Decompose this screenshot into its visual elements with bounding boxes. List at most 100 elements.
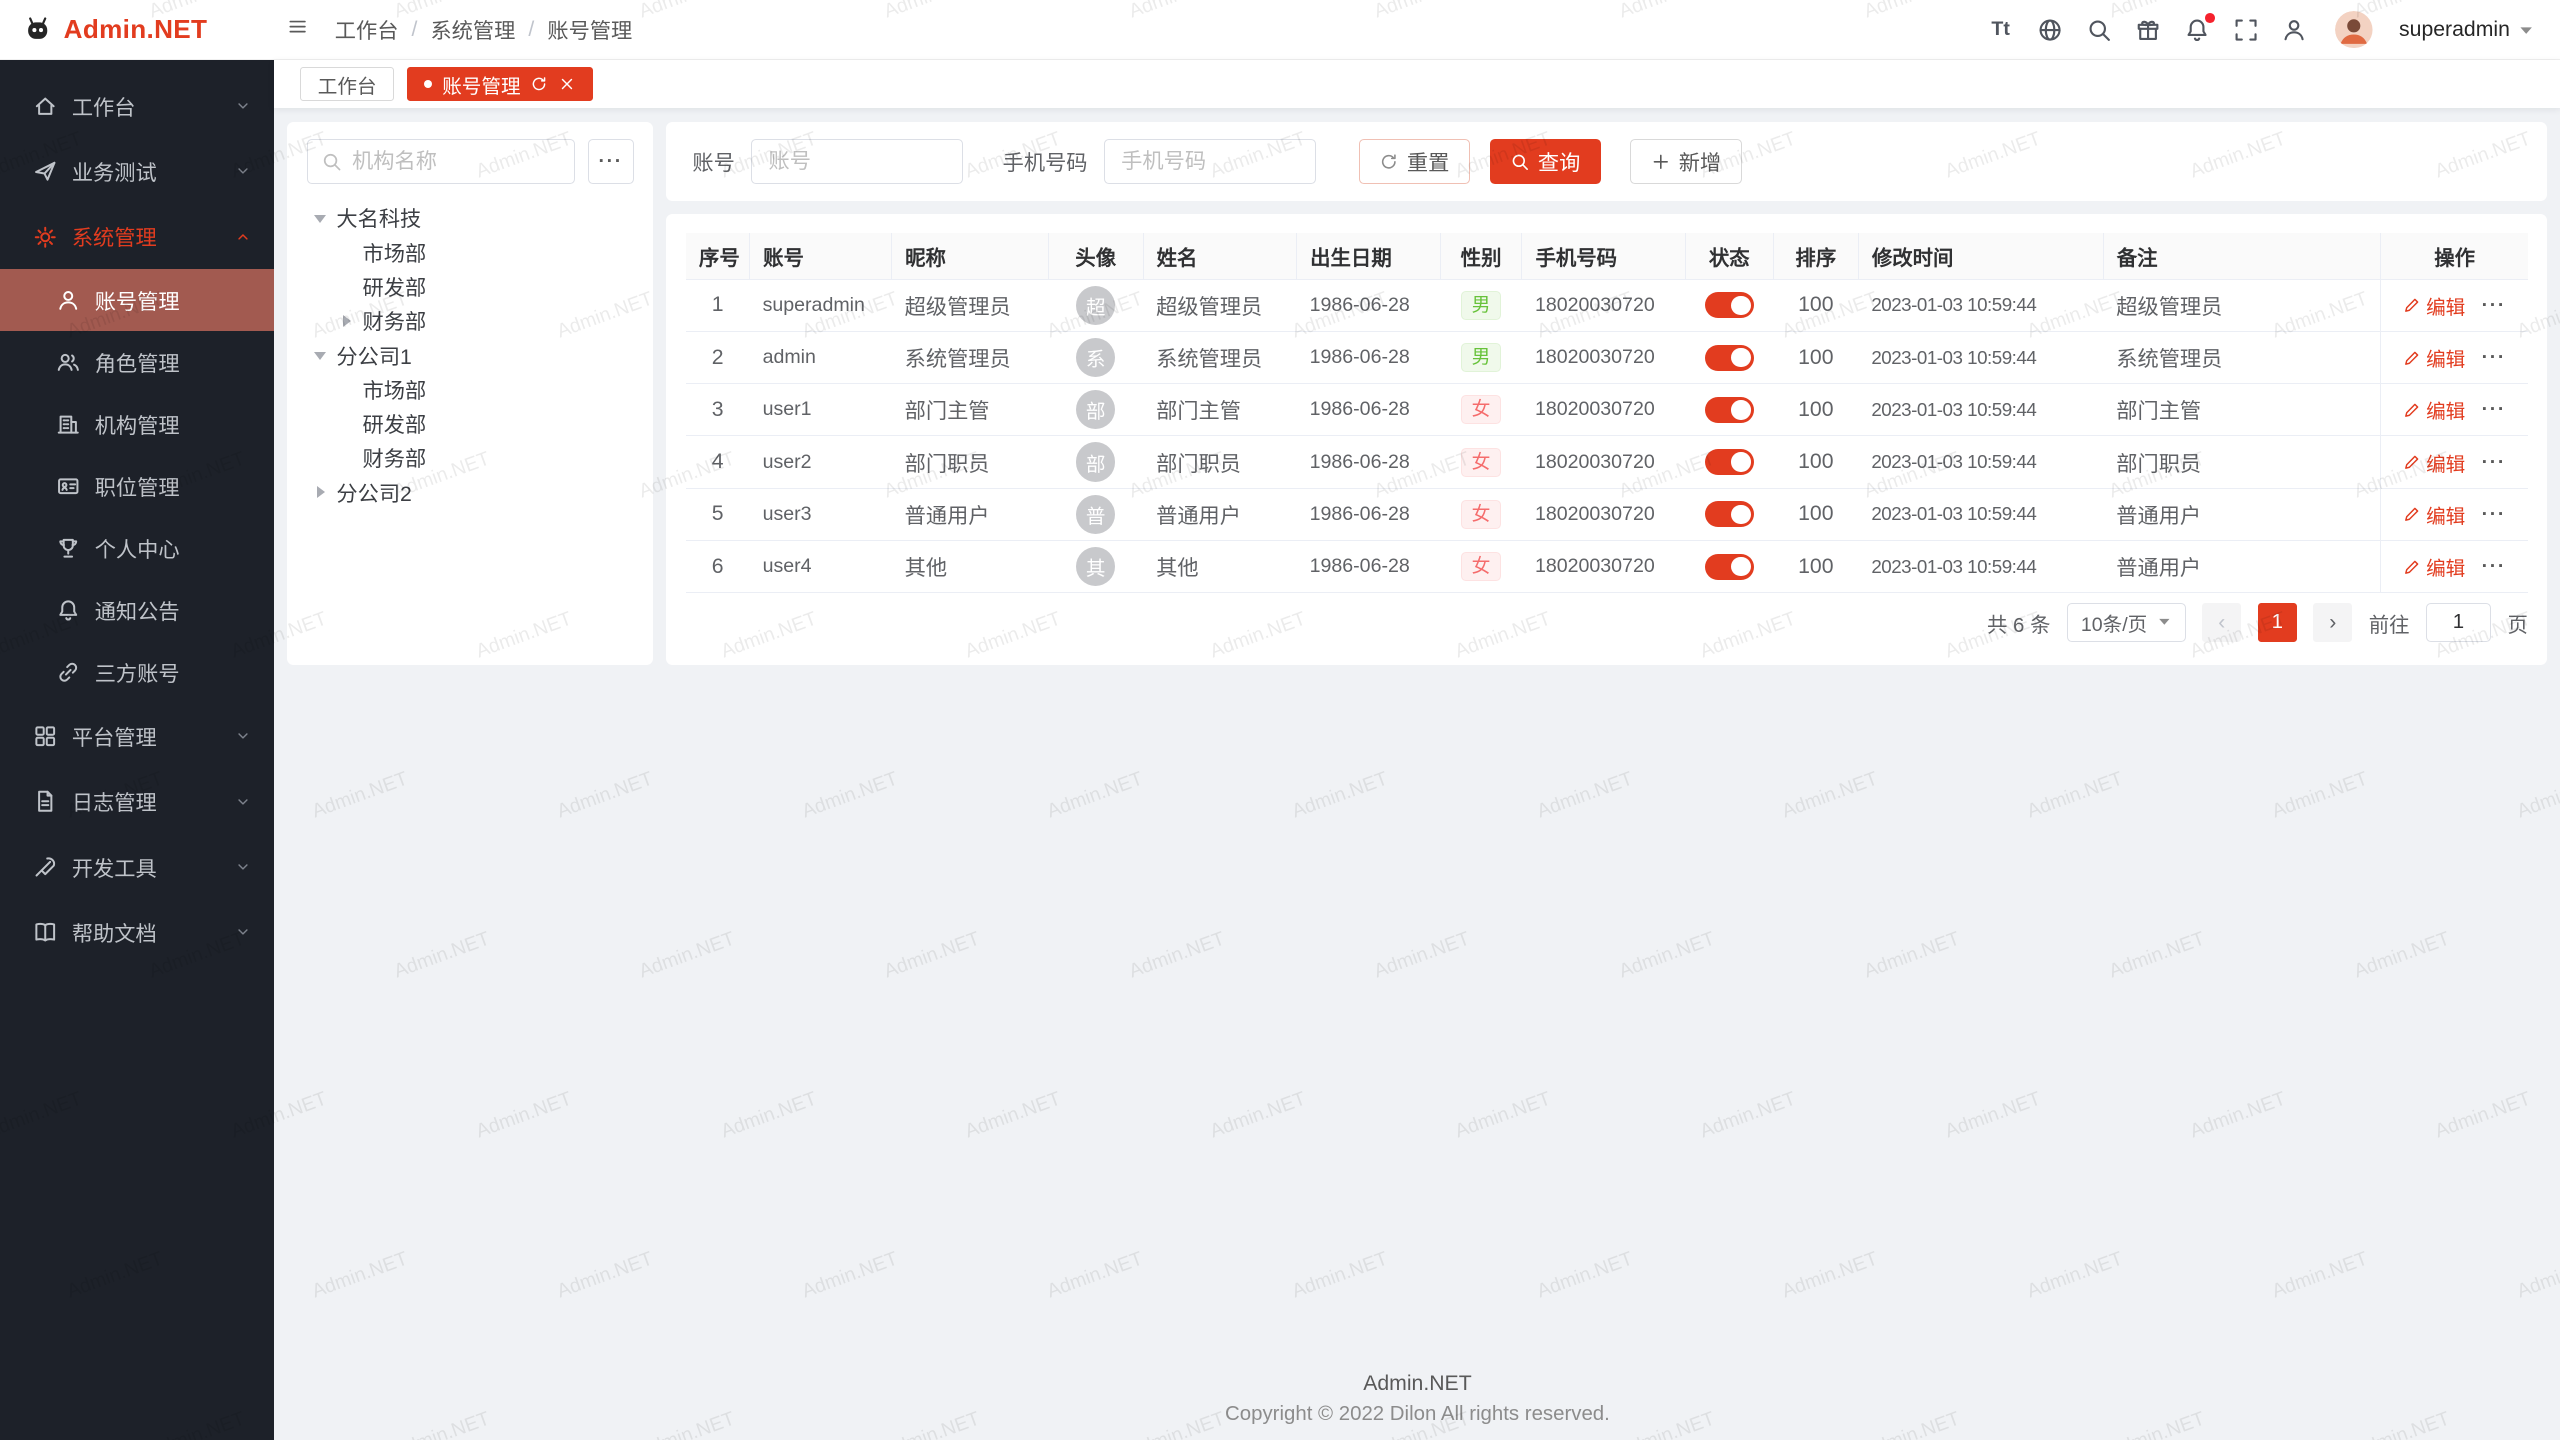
sidebar-item-5[interactable]: 开发工具 [0, 834, 274, 899]
globe-icon[interactable] [2035, 15, 2064, 44]
cell-name: 其他 [1143, 540, 1297, 592]
page-1-button[interactable]: 1 [2258, 603, 2297, 642]
row-more-button[interactable]: ··· [2482, 503, 2506, 525]
status-toggle[interactable] [1705, 554, 1754, 580]
tree-node-2[interactable]: 研发部 [307, 269, 634, 303]
search-button[interactable]: 查询 [1490, 139, 1601, 185]
goto-label: 前往 [2369, 608, 2410, 638]
table-row-1: 2admin系统管理员系系统管理员1986-06-28男180200307201… [686, 331, 2528, 383]
row-more-button[interactable]: ··· [2482, 294, 2506, 316]
card-icon [56, 474, 80, 498]
row-more-button[interactable]: ··· [2482, 398, 2506, 420]
column-header-remark: 备注 [2103, 233, 2381, 279]
tab-workbench[interactable]: 工作台 [300, 67, 393, 101]
sidebar-subitem-2-5[interactable]: 通知公告 [0, 580, 274, 642]
account-input[interactable] [751, 139, 963, 185]
tree-node-5[interactable]: 市场部 [307, 372, 634, 406]
sidebar-item-6[interactable]: 帮助文档 [0, 900, 274, 965]
sidebar: Admin.NET 工作台业务测试系统管理账号管理角色管理机构管理职位管理个人中… [0, 0, 274, 1440]
profile-icon[interactable] [2280, 15, 2309, 44]
hamburger-menu-icon[interactable] [287, 16, 315, 44]
edit-button[interactable]: 编辑 [2403, 500, 2465, 529]
tab-account-management[interactable]: 账号管理 [407, 67, 593, 101]
org-search-box[interactable] [307, 139, 575, 185]
phone-input[interactable] [1104, 139, 1316, 185]
edit-button[interactable]: 编辑 [2403, 448, 2465, 477]
prev-page-button[interactable]: ‹ [2202, 603, 2241, 642]
tree-node-7[interactable]: 财务部 [307, 441, 634, 475]
user-avatar[interactable] [2335, 11, 2373, 49]
org-search-input[interactable] [352, 150, 561, 174]
sidebar-subitem-2-0[interactable]: 账号管理 [0, 269, 274, 331]
tree-node-label: 财务部 [363, 442, 427, 473]
logo[interactable]: Admin.NET [0, 0, 274, 60]
tab-label: 账号管理 [442, 70, 520, 99]
cell-phone: 18020030720 [1522, 384, 1685, 436]
org-more-button[interactable]: ··· [588, 139, 634, 185]
footer: Admin.NET Copyright © 2022 Dilon All rig… [287, 1349, 2547, 1440]
sidebar-subitem-2-4[interactable]: 个人中心 [0, 518, 274, 580]
tree-node-3[interactable]: 财务部 [307, 304, 634, 338]
sidebar-item-1[interactable]: 业务测试 [0, 139, 274, 204]
sidebar-subitem-2-6[interactable]: 三方账号 [0, 642, 274, 704]
cell-update_time: 2023-01-03 10:59:44 [1858, 384, 2103, 436]
sidebar-item-4[interactable]: 日志管理 [0, 769, 274, 834]
column-header-account: 账号 [750, 233, 892, 279]
table-row-5: 6user4其他其其他1986-06-28女180200307201002023… [686, 540, 2528, 592]
user-menu[interactable]: superadmin [2399, 18, 2534, 42]
chevron-down-icon [234, 97, 252, 115]
sidebar-subitem-label: 账号管理 [95, 285, 180, 316]
sidebar-item-3[interactable]: 平台管理 [0, 704, 274, 769]
next-page-button[interactable]: › [2313, 603, 2352, 642]
edit-button[interactable]: 编辑 [2403, 291, 2465, 320]
cell-actions: 编辑 ··· [2381, 384, 2528, 436]
sidebar-item-2[interactable]: 系统管理 [0, 204, 274, 269]
cell-seq: 4 [686, 436, 750, 488]
sidebar-item-0[interactable]: 工作台 [0, 73, 274, 138]
goto-page-input[interactable] [2426, 603, 2491, 642]
tree-node-8[interactable]: 分公司2 [307, 475, 634, 509]
page-size-select[interactable]: 10条/页 [2067, 603, 2186, 642]
row-avatar: 其 [1076, 547, 1115, 586]
gender-badge: 女 [1461, 500, 1501, 529]
sidebar-subitem-2-2[interactable]: 机构管理 [0, 394, 274, 456]
edit-label: 编辑 [2426, 448, 2465, 477]
status-toggle[interactable] [1705, 449, 1754, 475]
breadcrumb-item[interactable]: 工作台 [335, 14, 399, 45]
gift-icon[interactable] [2133, 15, 2162, 44]
tree-node-label: 财务部 [363, 305, 427, 336]
edit-label: 编辑 [2426, 291, 2465, 320]
search-icon[interactable] [2084, 15, 2113, 44]
font-size-icon[interactable]: Tt [1986, 15, 2015, 44]
row-more-button[interactable]: ··· [2482, 555, 2506, 577]
sidebar-subitem-2-1[interactable]: 角色管理 [0, 331, 274, 393]
edit-button[interactable]: 编辑 [2403, 343, 2465, 372]
reset-button[interactable]: 重置 [1359, 139, 1470, 185]
tree-node-0[interactable]: 大名科技 [307, 201, 634, 235]
fullscreen-icon[interactable] [2231, 15, 2260, 44]
row-more-button[interactable]: ··· [2482, 451, 2506, 473]
edit-button[interactable]: 编辑 [2403, 552, 2465, 581]
sidebar-item-label: 日志管理 [72, 786, 157, 817]
refresh-tab-icon[interactable] [530, 75, 548, 93]
row-more-button[interactable]: ··· [2482, 346, 2506, 368]
bell-icon[interactable] [2182, 15, 2211, 44]
tree-node-4[interactable]: 分公司1 [307, 338, 634, 372]
edit-button[interactable]: 编辑 [2403, 395, 2465, 424]
breadcrumb-item[interactable]: 系统管理 [430, 14, 515, 45]
bell-icon [56, 598, 80, 622]
tree-node-6[interactable]: 研发部 [307, 407, 634, 441]
content: ··· 大名科技市场部研发部财务部分公司1市场部研发部财务部分公司2 账号 手机… [274, 108, 2560, 1440]
status-toggle[interactable] [1705, 501, 1754, 527]
add-button[interactable]: 新增 [1630, 139, 1741, 185]
status-toggle[interactable] [1705, 345, 1754, 371]
cell-status [1685, 488, 1773, 540]
sidebar-subitem-2-3[interactable]: 职位管理 [0, 456, 274, 518]
cell-update_time: 2023-01-03 10:59:44 [1858, 436, 2103, 488]
search-label: 查询 [1538, 146, 1580, 177]
status-toggle[interactable] [1705, 292, 1754, 318]
close-tab-icon[interactable] [558, 75, 576, 93]
cell-account: user3 [750, 488, 892, 540]
status-toggle[interactable] [1705, 397, 1754, 423]
tree-node-1[interactable]: 市场部 [307, 235, 634, 269]
